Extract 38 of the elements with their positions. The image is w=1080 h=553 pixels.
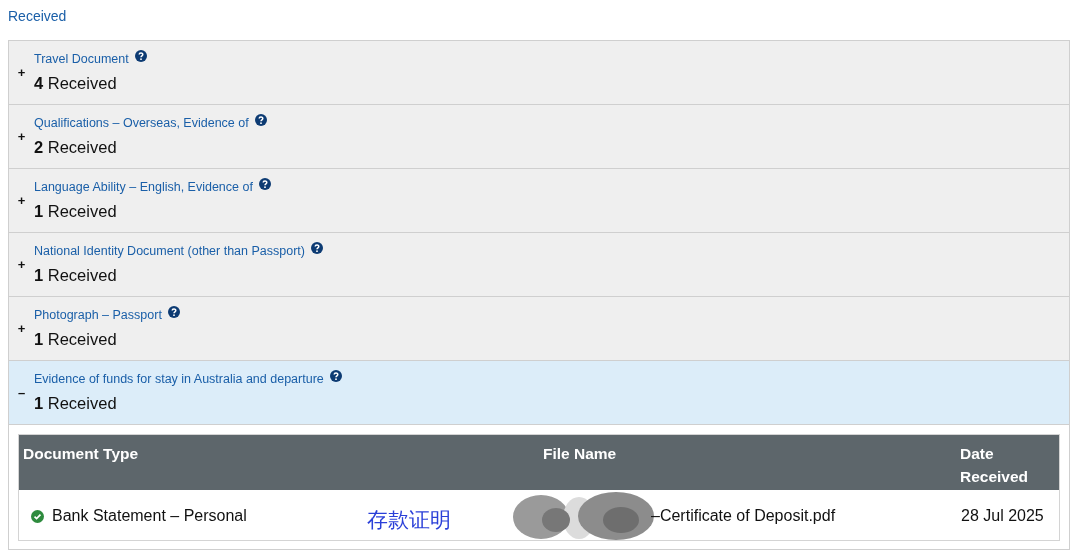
document-category-link[interactable]: Travel Document (34, 52, 129, 66)
document-category-link[interactable]: Qualifications – Overseas, Evidence of (34, 116, 249, 130)
section-heading: Received (8, 7, 68, 26)
document-category-link[interactable]: Evidence of funds for stay in Australia and departure (34, 372, 324, 386)
accordion-header[interactable]: – Evidence of funds for stay in Australia and departure 1 Received (9, 361, 1069, 425)
received-count: 1 Received (34, 330, 118, 349)
column-header: File Name (542, 444, 618, 464)
received-count: 1 Received (34, 266, 118, 285)
document-category-link[interactable]: Photograph – Passport (34, 308, 162, 322)
received-count: 1 Received (34, 202, 118, 221)
help-icon[interactable] (167, 306, 180, 318)
table-cell: Bank Statement – Personal (52, 507, 247, 525)
expand-toggle[interactable]: – (9, 385, 34, 400)
accordion-header[interactable]: + Photograph – Passport 1 Received (9, 297, 1069, 361)
document-category-link[interactable]: Language Ability – English, Evidence of (34, 180, 253, 194)
annotation-text: 存款证明 (367, 507, 451, 533)
received-count: 1 Received (34, 394, 118, 413)
received-count: 2 Received (34, 138, 118, 157)
help-icon[interactable] (311, 242, 323, 254)
expand-toggle[interactable]: + (9, 65, 34, 80)
help-icon[interactable] (258, 178, 271, 190)
help-icon[interactable] (329, 370, 342, 382)
column-header: Date Received (959, 444, 1030, 487)
accordion-header[interactable]: + National Identity Document (other than Passport) 1 Received (9, 233, 1069, 297)
accordion-header[interactable]: + Language Ability – English, Evidence of 1 Received (9, 169, 1069, 233)
expand-toggle[interactable]: + (9, 129, 34, 144)
table-cell: 28 Jul 2025 (961, 507, 1044, 525)
help-icon[interactable] (254, 114, 267, 126)
expand-toggle[interactable]: + (9, 321, 34, 336)
received-count: 4 Received (34, 74, 118, 93)
column-header: Document Type (22, 444, 140, 464)
document-category-link[interactable]: National Identity Document (other than Passport) (34, 244, 305, 258)
accordion-header[interactable]: + Travel Document 4 Received (9, 41, 1069, 105)
help-icon[interactable] (134, 50, 147, 62)
accordion-header[interactable]: + Qualifications – Overseas, Evidence of 2 Received (9, 105, 1069, 169)
file-link[interactable]: –Certificate of Deposit.pdf (651, 507, 836, 525)
expand-toggle[interactable]: + (9, 193, 34, 208)
expand-toggle[interactable]: + (9, 257, 34, 272)
